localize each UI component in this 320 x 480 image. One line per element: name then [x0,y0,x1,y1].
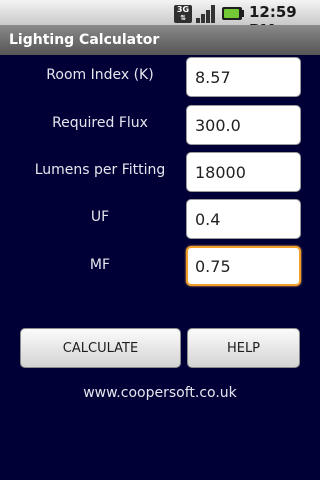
network-3g-icon: 3G ⇅ [174,5,192,23]
battery-charging-icon [222,7,244,20]
lumens-per-fitting-input[interactable] [186,152,301,192]
app-title-bar: Lighting Calculator [0,25,320,55]
mf-label: MF [89,257,111,273]
required-flux-label: Required Flux [52,115,148,131]
lumens-per-fitting-label: Lumens per Fitting [34,162,166,178]
signal-icon [196,5,218,23]
room-index-input[interactable] [186,57,301,97]
required-flux-input[interactable] [186,105,301,145]
calculate-button[interactable]: CALCULATE [20,328,181,368]
network-label: 3G [176,5,190,14]
app-title: Lighting Calculator [9,32,160,48]
room-index-label: Room Index (K) [46,67,154,83]
uf-input[interactable] [186,199,301,239]
uf-label: UF [90,209,110,225]
mf-input[interactable] [186,246,301,286]
website-link[interactable]: www.coopersoft.co.uk [0,385,320,401]
status-bar: 3G ⇅ 12:59 PM [0,0,320,39]
help-button[interactable]: HELP [187,328,300,368]
